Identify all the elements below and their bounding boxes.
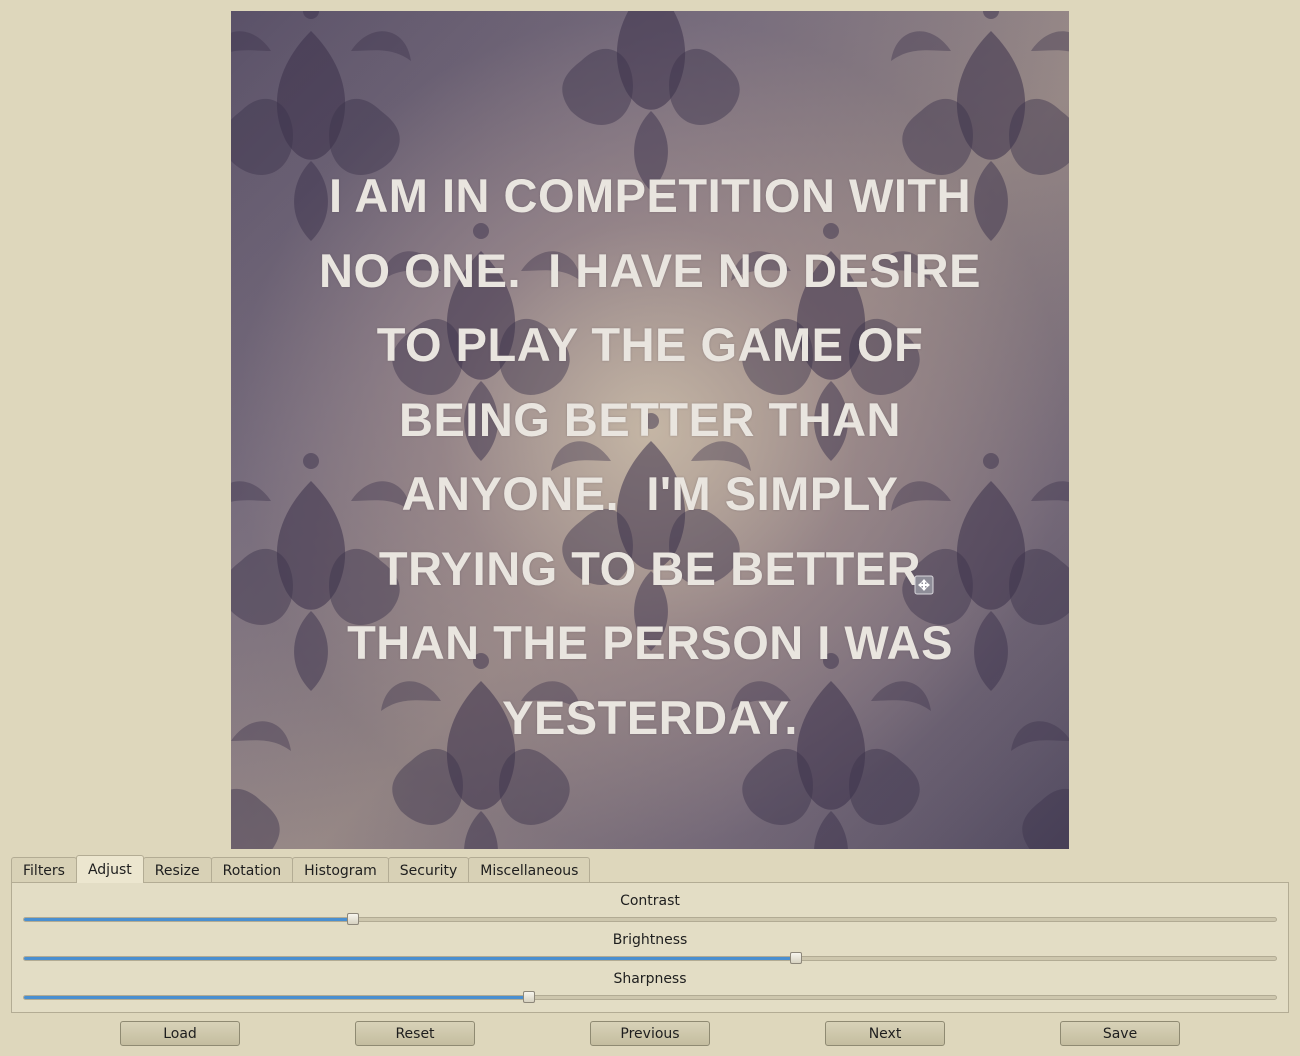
tab-filters[interactable]: Filters bbox=[11, 857, 77, 883]
quote-line: BEING BETTER THAN bbox=[399, 392, 901, 446]
tab-miscellaneous[interactable]: Miscellaneous bbox=[468, 857, 591, 883]
contrast-label: Contrast bbox=[620, 893, 680, 909]
brightness-slider-handle[interactable] bbox=[790, 952, 803, 964]
sharpness-slider-handle[interactable] bbox=[522, 991, 535, 1003]
tab-adjust[interactable]: Adjust bbox=[75, 855, 144, 883]
tab-rotation[interactable]: Rotation bbox=[210, 857, 294, 883]
contrast-slider[interactable] bbox=[23, 913, 1277, 925]
save-button[interactable]: Save bbox=[1060, 1021, 1180, 1046]
reset-button[interactable]: Reset bbox=[355, 1021, 475, 1046]
tab-histogram[interactable]: Histogram bbox=[292, 857, 389, 883]
quote-text: I AM IN COMPETITION WITH NO ONE. I HAVE … bbox=[231, 159, 1069, 755]
sharpness-slider[interactable] bbox=[23, 991, 1277, 1003]
adjust-panel: Contrast Brightness Sharpness bbox=[11, 882, 1289, 1013]
tab-resize[interactable]: Resize bbox=[142, 857, 212, 883]
contrast-slider-fill bbox=[24, 918, 354, 921]
tab-bar: Filters Adjust Resize Rotation Histogram… bbox=[11, 855, 591, 883]
sharpness-label: Sharpness bbox=[613, 971, 687, 987]
tab-security[interactable]: Security bbox=[387, 857, 470, 883]
quote-line: ANYONE. I'M SIMPLY bbox=[401, 467, 899, 520]
load-button[interactable]: Load bbox=[120, 1021, 240, 1046]
previous-button[interactable]: Previous bbox=[590, 1021, 710, 1046]
image-preview[interactable]: I AM IN COMPETITION WITH NO ONE. I HAVE … bbox=[231, 11, 1069, 849]
quote-line: YESTERDAY. bbox=[502, 690, 798, 744]
quote-line: THAN THE PERSON I WAS bbox=[347, 616, 953, 669]
quote-line: TRYING TO BE BETTER bbox=[378, 541, 922, 595]
quote-line: I AM IN COMPETITION WITH bbox=[328, 169, 972, 222]
quote-line: NO ONE. I HAVE NO DESIRE bbox=[319, 243, 981, 297]
contrast-slider-handle[interactable] bbox=[347, 913, 360, 925]
brightness-slider-fill bbox=[24, 957, 797, 960]
move-cursor-icon bbox=[914, 575, 934, 595]
quote-line: TO PLAY THE GAME OF bbox=[376, 318, 924, 371]
next-button[interactable]: Next bbox=[825, 1021, 945, 1046]
brightness-slider[interactable] bbox=[23, 952, 1277, 964]
brightness-label: Brightness bbox=[612, 932, 688, 948]
sharpness-slider-fill bbox=[24, 996, 529, 999]
